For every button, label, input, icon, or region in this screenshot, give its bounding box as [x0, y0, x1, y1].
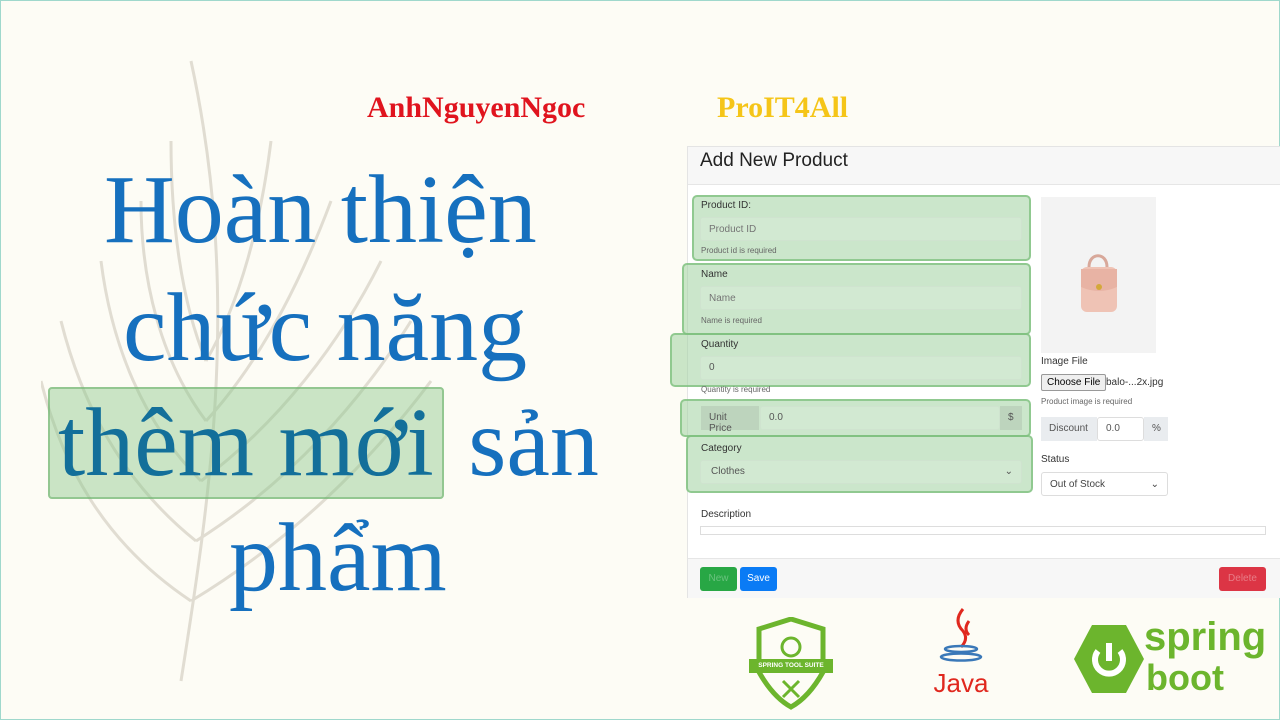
- java-logo: Java: [931, 605, 991, 701]
- delete-button[interactable]: Delete: [1219, 567, 1266, 591]
- category-label: Category: [701, 443, 742, 454]
- boot-text: boot: [1146, 657, 1224, 698]
- status-select[interactable]: Out of Stock ⌄: [1041, 472, 1168, 496]
- name-label: Name: [701, 269, 728, 280]
- java-text: Java: [933, 668, 989, 698]
- discount-prefix: Discount: [1041, 417, 1097, 441]
- unit-price-suffix: $: [1000, 406, 1022, 430]
- choose-file-button[interactable]: Choose File: [1041, 374, 1107, 391]
- channel-name: ProIT4All: [717, 91, 849, 124]
- heading-highlight: thêm mới: [48, 387, 444, 499]
- product-id-label: Product ID:: [701, 200, 752, 211]
- heading-line-2: chức năng: [123, 274, 528, 382]
- status-label: Status: [1041, 454, 1070, 465]
- chevron-down-icon: ⌄: [1004, 466, 1013, 477]
- heading-line-4: phẩm: [229, 504, 447, 612]
- discount-suffix: %: [1144, 417, 1168, 441]
- quantity-hint: Quantity is required: [701, 385, 771, 394]
- product-id-hint: Product id is required: [701, 246, 777, 255]
- heading-line-3: thêm mới sản: [48, 387, 599, 499]
- backpack-icon: [1081, 254, 1117, 312]
- product-id-input[interactable]: [700, 217, 1022, 241]
- unit-price-prefix: Unit Price: [701, 406, 759, 434]
- category-select[interactable]: Clothes ⌄: [700, 460, 1022, 484]
- product-image: [1041, 197, 1156, 353]
- description-textarea[interactable]: [700, 526, 1266, 535]
- name-hint: Name is required: [701, 316, 762, 325]
- description-label: Description: [701, 509, 752, 520]
- category-value: Clothes: [711, 466, 745, 477]
- discount-input[interactable]: 0.0: [1097, 417, 1144, 441]
- status-value: Out of Stock: [1050, 479, 1106, 490]
- spring-boot-logo: spring boot: [1074, 615, 1266, 698]
- image-hint: Product image is required: [1041, 397, 1133, 406]
- save-button[interactable]: Save: [740, 567, 777, 591]
- heading-line-1: Hoàn thiện: [104, 156, 537, 264]
- quantity-input[interactable]: 0: [700, 356, 1022, 380]
- chevron-down-icon: ⌄: [1150, 479, 1159, 490]
- new-button[interactable]: New: [700, 567, 737, 591]
- name-input[interactable]: [700, 286, 1022, 310]
- spring-tool-suite-logo: SPRING TOOL SUITE: [749, 616, 833, 711]
- author-name: AnhNguyenNgoc: [367, 91, 586, 124]
- sts-text: SPRING TOOL SUITE: [758, 662, 824, 669]
- spring-text: spring: [1144, 615, 1267, 659]
- quantity-label: Quantity: [701, 339, 739, 350]
- unit-price-input[interactable]: 0.0: [760, 406, 1000, 430]
- file-name: balo-...2x.jpg: [1106, 377, 1164, 388]
- form-title: Add New Product: [688, 147, 1280, 185]
- heading-line-3-rest: sản: [468, 389, 599, 497]
- add-product-form: Add New Product Product ID: Product id i…: [670, 146, 1280, 598]
- image-file-label: Image File: [1041, 356, 1088, 367]
